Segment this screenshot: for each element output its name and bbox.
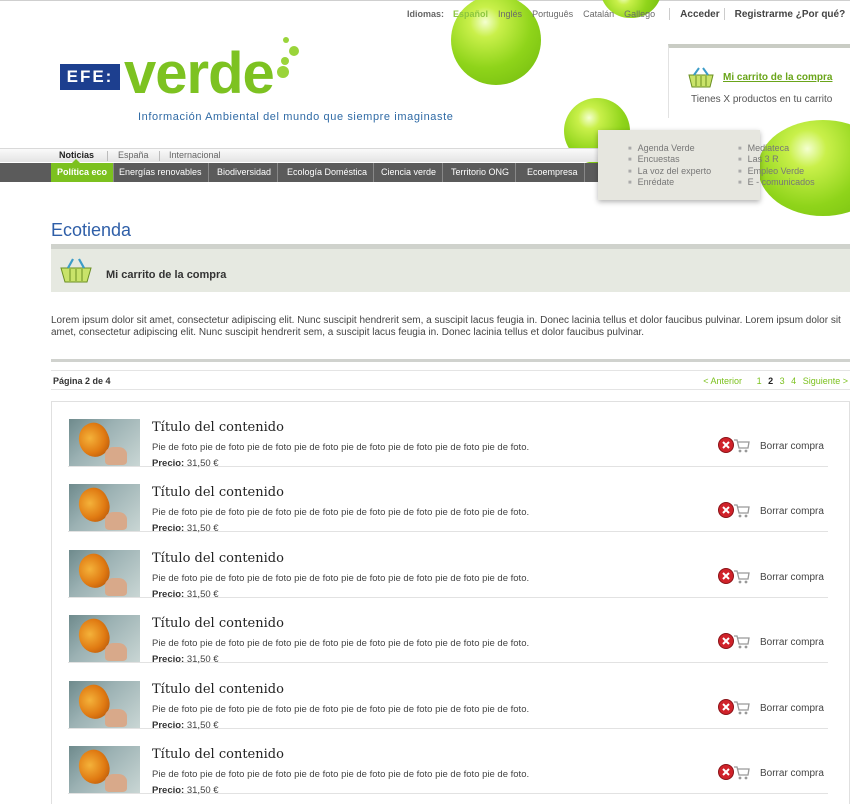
menu-item[interactable]: Mediateca: [738, 143, 790, 153]
primary-nav: Noticias España Internacional: [0, 148, 600, 162]
menu-item[interactable]: Empleo Verde: [738, 166, 805, 176]
cart-link[interactable]: Mi carrito de la compra: [723, 72, 832, 83]
item-description: Pie de foto pie de foto pie de foto pie …: [152, 573, 530, 584]
item-description: Pie de foto pie de foto pie de foto pie …: [152, 704, 530, 715]
tab-biodiversidad[interactable]: Biodiversidad: [211, 163, 279, 182]
tab-ecoempresa[interactable]: Ecoempresa: [521, 163, 585, 182]
item-description: Pie de foto pie de foto pie de foto pie …: [152, 638, 530, 649]
efe-logo: EFE:: [60, 64, 120, 90]
cart-widget: Mi carrito de la compra Tienes X product…: [668, 44, 850, 118]
top-divider: [0, 0, 850, 1]
remove-item-link[interactable]: Borrar compra: [760, 441, 824, 452]
page-indicator: Página 2 de 4: [53, 376, 111, 386]
site-tagline: Información Ambiental del mundo que siem…: [138, 111, 454, 123]
language-link[interactable]: Español: [453, 9, 488, 19]
item-title[interactable]: Título del contenido: [152, 420, 284, 435]
product-thumbnail[interactable]: [69, 484, 140, 531]
page-link-current: 2: [768, 376, 774, 386]
remove-item-link[interactable]: Borrar compra: [760, 768, 824, 779]
brand-name: verde: [124, 41, 275, 106]
intro-text: Lorem ipsum dolor sit amet, consectetur …: [51, 315, 841, 338]
product-thumbnail[interactable]: [69, 681, 140, 728]
menu-item[interactable]: Encuestas: [628, 154, 680, 164]
cart-item-list: Título del contenido Pie de foto pie de …: [51, 401, 850, 804]
pagination: Página 2 de 4 < Anterior 1 2 3 4 Siguien…: [51, 370, 850, 390]
register-link[interactable]: Registrarme ¿Por qué?: [735, 9, 846, 20]
item-description: Pie de foto pie de foto pie de foto pie …: [152, 769, 530, 780]
prev-link[interactable]: < Anterior: [703, 376, 742, 386]
item-title[interactable]: Título del contenido: [152, 682, 284, 697]
dropdown-menu: Agenda Verde Encuestas La voz del expert…: [598, 130, 815, 200]
shopping-basket-icon: [60, 258, 92, 283]
tab-energias-renovables[interactable]: Energías renovables: [113, 163, 209, 182]
item-title[interactable]: Título del contenido: [152, 551, 284, 566]
divider: [107, 151, 108, 161]
remove-cart-icon[interactable]: [718, 567, 750, 585]
pagination-links: < Anterior 1 2 3 4 Siguiente >: [699, 376, 848, 386]
tab-territorio-ong[interactable]: Territorio ONG: [445, 163, 517, 182]
language-link[interactable]: Português: [532, 9, 573, 19]
menu-item[interactable]: Enrédate: [628, 177, 675, 187]
divider: [51, 359, 850, 362]
decorative-dot: [281, 57, 289, 65]
remove-cart-icon[interactable]: [718, 436, 750, 454]
item-title[interactable]: Título del contenido: [152, 616, 284, 631]
product-thumbnail[interactable]: [69, 550, 140, 597]
product-thumbnail[interactable]: [69, 419, 140, 466]
menu-item[interactable]: Las 3 R: [738, 154, 779, 164]
languages-label: Idiomas:: [407, 9, 445, 19]
page-link[interactable]: 1: [757, 376, 762, 386]
list-item: Título del contenido Pie de foto pie de …: [68, 402, 828, 469]
decorative-dot: [289, 46, 299, 56]
page-link[interactable]: 4: [791, 376, 796, 386]
language-link[interactable]: Catalán: [583, 9, 614, 19]
page-title: Ecotienda: [51, 220, 132, 240]
language-link[interactable]: Inglés: [498, 9, 522, 19]
decorative-dot: [277, 66, 289, 78]
list-item: Título del contenido Pie de foto pie de …: [68, 598, 828, 665]
item-description: Pie de foto pie de foto pie de foto pie …: [152, 507, 530, 518]
remove-cart-icon[interactable]: [718, 763, 750, 781]
product-thumbnail[interactable]: [69, 746, 140, 793]
next-link[interactable]: Siguiente >: [803, 376, 848, 386]
tab-ciencia-verde[interactable]: Ciencia verde: [375, 163, 444, 182]
secondary-nav: Política eco Energías renovables Biodive…: [0, 163, 600, 182]
list-item: Título del contenido Pie de foto pie de …: [68, 729, 828, 796]
top-bar: Idiomas: Español Inglés Português Catalá…: [407, 8, 845, 20]
remove-cart-icon[interactable]: [718, 501, 750, 519]
product-thumbnail[interactable]: [69, 615, 140, 662]
divider: [159, 151, 160, 161]
nav-item-espana[interactable]: España: [118, 150, 149, 160]
list-item: Título del contenido Pie de foto pie de …: [68, 467, 828, 534]
menu-item[interactable]: La voz del experto: [628, 166, 712, 176]
cart-summary: Tienes X productos en tu carrito: [691, 94, 833, 105]
tab-ecologia-domestica[interactable]: Ecología Doméstica: [281, 163, 375, 182]
item-price: Precio: 31,50 €: [152, 785, 219, 796]
language-link[interactable]: Gallego: [624, 9, 655, 19]
list-item: Título del contenido Pie de foto pie de …: [68, 533, 828, 600]
divider: [669, 8, 671, 20]
remove-item-link[interactable]: Borrar compra: [760, 703, 824, 714]
tab-politica-eco[interactable]: Política eco: [51, 163, 115, 182]
decorative-dot: [283, 37, 289, 43]
list-item: Título del contenido Pie de foto pie de …: [68, 664, 828, 731]
nav-item-internacional[interactable]: Internacional: [169, 150, 221, 160]
login-link[interactable]: Acceder: [680, 9, 719, 20]
remove-item-link[interactable]: Borrar compra: [760, 572, 824, 583]
menu-item[interactable]: Agenda Verde: [628, 143, 695, 153]
remove-item-link[interactable]: Borrar compra: [760, 637, 824, 648]
divider: [723, 8, 725, 20]
remove-item-link[interactable]: Borrar compra: [760, 506, 824, 517]
remove-cart-icon[interactable]: [718, 632, 750, 650]
page-link[interactable]: 3: [780, 376, 785, 386]
shopping-basket-icon: [688, 67, 714, 88]
item-description: Pie de foto pie de foto pie de foto pie …: [152, 442, 530, 453]
menu-item[interactable]: E - comunicados: [738, 177, 815, 187]
remove-cart-icon[interactable]: [718, 698, 750, 716]
cart-header-title: Mi carrito de la compra: [106, 269, 227, 281]
item-title[interactable]: Título del contenido: [152, 485, 284, 500]
item-title[interactable]: Título del contenido: [152, 747, 284, 762]
cart-header: Mi carrito de la compra: [51, 249, 850, 292]
